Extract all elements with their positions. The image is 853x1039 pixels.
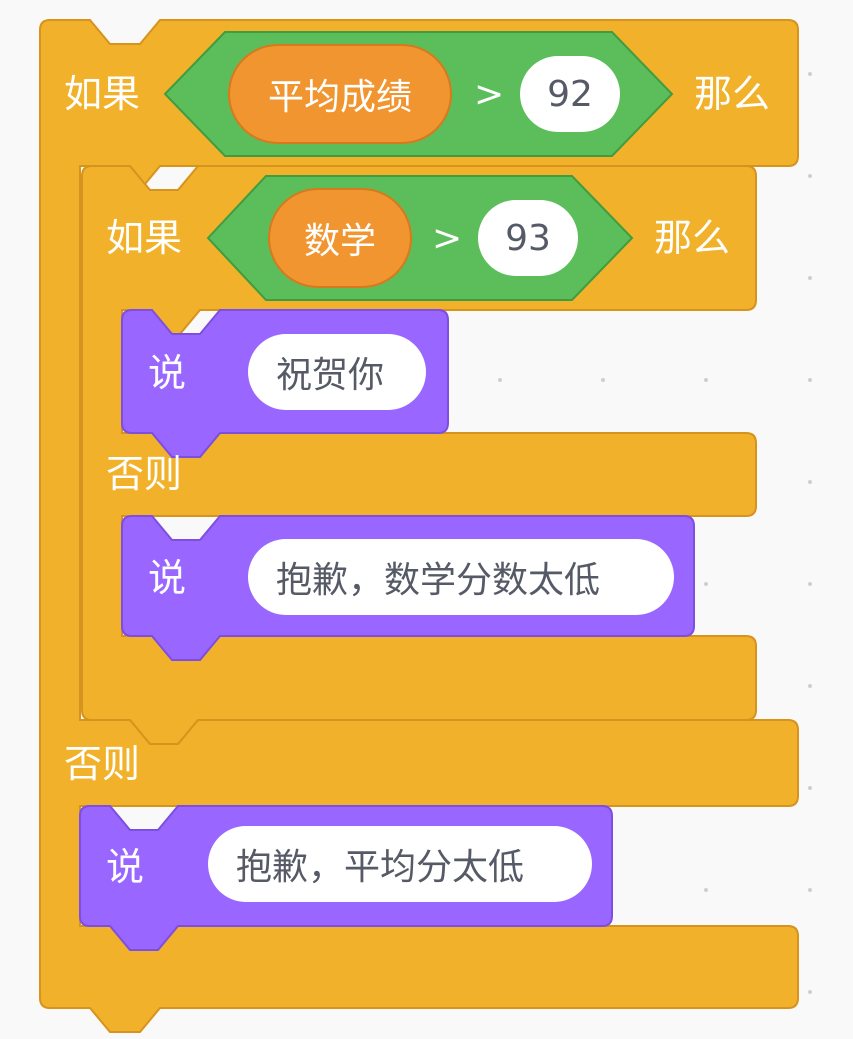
code-workspace: 如果 平均成绩 > 92 那么 如果 数学 > 93 那么 说 祝贺你 否则 说… [0, 0, 853, 1039]
say-2-label: 说 [148, 556, 187, 600]
say-3-label: 说 [106, 845, 145, 889]
say-1-message-input[interactable]: 祝贺你 [248, 334, 426, 410]
say-3-message-input[interactable]: 抱歉，平均分太低 [208, 826, 592, 902]
outer-if-label: 如果 [64, 72, 141, 116]
inner-threshold-input[interactable]: 93 [478, 200, 578, 276]
outer-then-label: 那么 [694, 72, 771, 116]
math-variable[interactable]: 数学 [268, 188, 412, 288]
inner-greater-than-operator: > [432, 218, 463, 259]
average-score-variable[interactable]: 平均成绩 [228, 44, 452, 144]
inner-else-label: 否则 [106, 452, 183, 496]
inner-then-label: 那么 [654, 216, 731, 260]
say-1-label: 说 [148, 351, 187, 395]
inner-if-label: 如果 [106, 216, 183, 260]
say-2-message-input[interactable]: 抱歉，数学分数太低 [248, 539, 674, 615]
outer-else-label: 否则 [64, 742, 141, 786]
outer-greater-than-operator: > [474, 74, 505, 115]
outer-threshold-input[interactable]: 92 [520, 56, 620, 132]
